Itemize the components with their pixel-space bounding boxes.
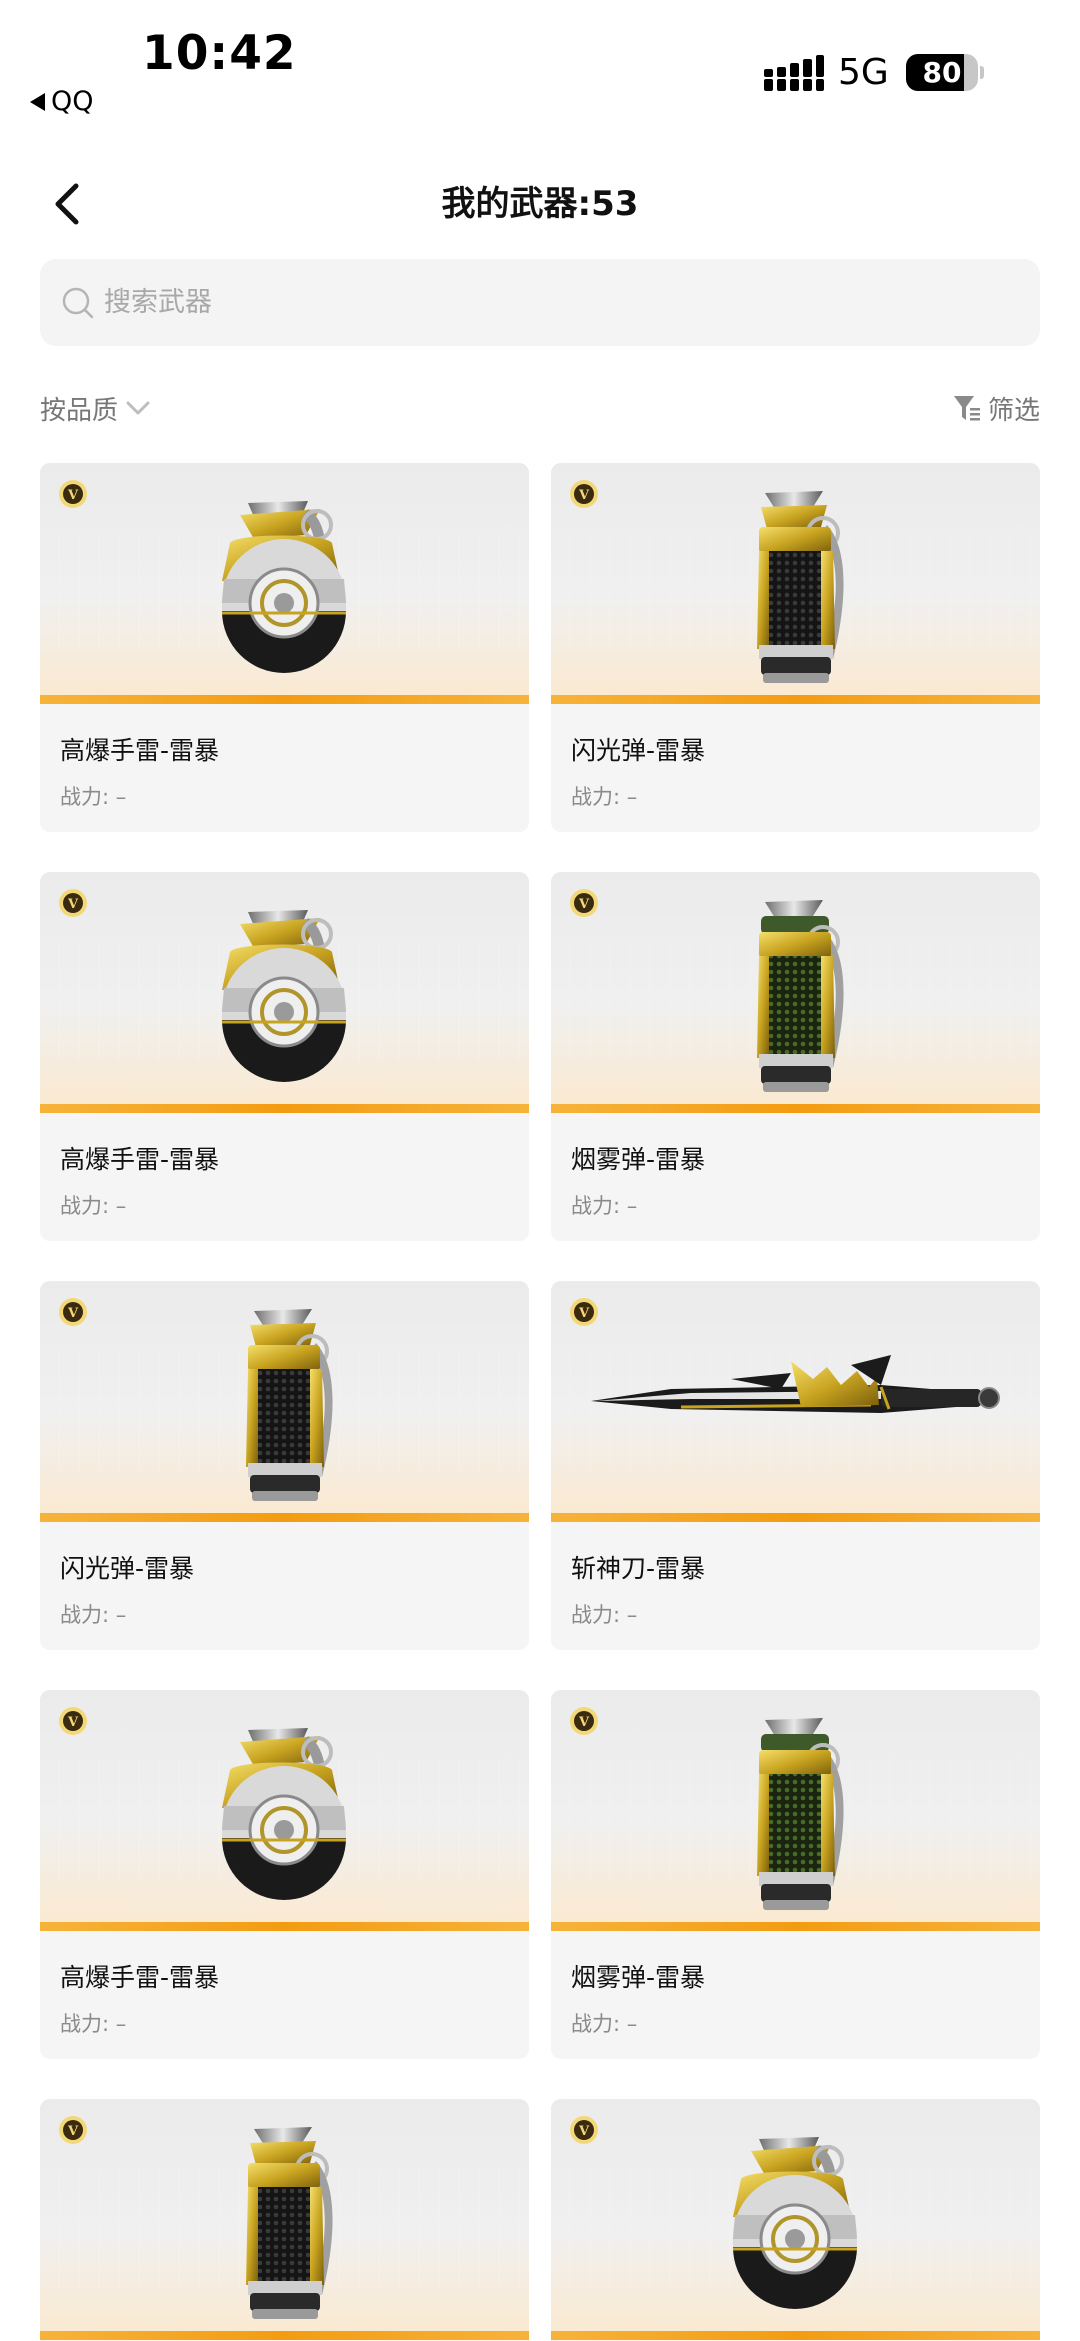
network-type: 5G: [838, 52, 889, 93]
search-input[interactable]: [104, 287, 984, 318]
frag-grenade-icon: [220, 908, 348, 1084]
weapon-card[interactable]: V: [40, 2099, 529, 2341]
vip-badge-icon: V: [59, 480, 87, 508]
search-bar[interactable]: [40, 259, 1040, 346]
back-triangle-icon: [30, 92, 45, 111]
vip-badge-icon: V: [59, 1298, 87, 1326]
weapon-card[interactable]: V 闪光弹-雷暴战力: –: [40, 1281, 529, 1650]
vip-badge-icon: V: [570, 2116, 598, 2144]
flashbang-icon: [244, 2125, 335, 2321]
quality-bar: [551, 1104, 1040, 1113]
weapon-power: 战力: –: [60, 1603, 127, 1627]
weapon-image: V: [551, 1281, 1040, 1522]
quality-bar: [40, 1104, 529, 1113]
smoke-grenade-icon: [755, 1716, 846, 1912]
back-app-label: QQ: [51, 86, 94, 117]
sort-by-quality-dropdown[interactable]: 按品质: [40, 388, 152, 428]
svg-text:V: V: [578, 1715, 590, 1730]
weapon-card[interactable]: V 高爆手雷-雷暴战力: –: [40, 463, 529, 832]
weapon-image: V: [551, 2099, 1040, 2340]
weapon-card[interactable]: V 烟雾弹-雷暴战力: –: [551, 1690, 1040, 2059]
flashbang-icon: [755, 489, 846, 685]
blade-icon: [589, 1353, 1001, 1415]
weapon-image: V: [551, 463, 1040, 704]
search-icon: [62, 287, 94, 318]
weapon-image: V: [551, 1690, 1040, 1931]
chevron-down-icon: [126, 401, 150, 415]
vip-badge-icon: V: [59, 1707, 87, 1735]
page-title: 我的武器:53: [441, 184, 639, 224]
filter-button[interactable]: 筛选: [952, 388, 1040, 428]
weapon-image: V: [40, 1690, 529, 1931]
quality-bar: [551, 1922, 1040, 1931]
svg-text:V: V: [578, 488, 590, 503]
weapon-power: 战力: –: [571, 1603, 638, 1627]
battery-percentage: 80: [922, 56, 962, 89]
weapon-card[interactable]: V 高爆手雷-雷暴战力: –: [40, 1690, 529, 2059]
quality-bar: [40, 695, 529, 704]
weapon-power: 战力: –: [571, 2012, 638, 2036]
svg-text:V: V: [578, 1306, 590, 1321]
frag-grenade-icon: [220, 1726, 348, 1902]
weapon-power: 战力: –: [60, 2012, 127, 2036]
sort-label: 按品质: [40, 395, 119, 426]
frag-grenade-icon: [220, 499, 348, 675]
weapon-name: 斩神刀-雷暴: [571, 1554, 706, 1583]
vip-badge-icon: V: [59, 889, 87, 917]
frag-grenade-icon: [731, 2135, 859, 2311]
vip-badge-icon: V: [570, 889, 598, 917]
quality-bar: [551, 695, 1040, 704]
weapon-image: V: [40, 2099, 529, 2340]
svg-text:V: V: [67, 2124, 79, 2139]
svg-text:V: V: [67, 1306, 79, 1321]
weapon-image: V: [40, 463, 529, 704]
flashbang-icon: [244, 1307, 335, 1503]
weapon-card[interactable]: V: [551, 2099, 1040, 2341]
vip-badge-icon: V: [59, 2116, 87, 2144]
weapon-name: 高爆手雷-雷暴: [60, 736, 220, 765]
svg-text:V: V: [67, 897, 79, 912]
weapon-image: V: [40, 872, 529, 1113]
weapon-image: V: [40, 1281, 529, 1522]
quality-bar: [40, 1513, 529, 1522]
quality-bar: [40, 2331, 529, 2340]
weapon-grid: V 高爆手雷-雷暴 战力: – V 闪光弹-雷暴 战力: – V 高爆手雷-雷暴 战力: – V 烟…: [40, 463, 1040, 2341]
weapon-name: 高爆手雷-雷暴: [60, 1963, 220, 1992]
vip-badge-icon: V: [570, 1707, 598, 1735]
smoke-grenade-icon: [755, 898, 846, 1094]
weapon-name: 闪光弹-雷暴: [571, 736, 706, 765]
svg-text:V: V: [578, 897, 590, 912]
weapon-name: 闪光弹-雷暴: [60, 1554, 195, 1583]
back-to-app-button[interactable]: QQ: [30, 86, 94, 117]
weapon-power: 战力: –: [571, 1194, 638, 1218]
filter-icon: [953, 396, 980, 421]
vip-badge-icon: V: [570, 1298, 598, 1326]
weapon-name: 烟雾弹-雷暴: [571, 1145, 706, 1174]
battery-icon: 80: [906, 54, 984, 91]
weapon-card[interactable]: V 斩神刀-雷暴战力: –: [551, 1281, 1040, 1650]
quality-bar: [551, 1513, 1040, 1522]
weapon-power: 战力: –: [571, 785, 638, 809]
filter-label: 筛选: [987, 395, 1040, 426]
weapon-power: 战力: –: [60, 785, 127, 809]
svg-text:V: V: [67, 1715, 79, 1730]
quality-bar: [40, 1922, 529, 1931]
status-bar: 10:42 QQ 5G 80: [0, 0, 1080, 120]
weapon-card[interactable]: V 高爆手雷-雷暴战力: –: [40, 872, 529, 1241]
cellular-signal-icon: [764, 55, 824, 91]
vip-badge-icon: V: [570, 480, 598, 508]
weapon-name: 高爆手雷-雷暴: [60, 1145, 220, 1174]
svg-text:V: V: [578, 2124, 590, 2139]
weapon-image: V: [551, 872, 1040, 1113]
weapon-power: 战力: –: [60, 1194, 127, 1218]
weapon-name: 烟雾弹-雷暴: [571, 1963, 706, 1992]
svg-text:V: V: [67, 488, 79, 503]
status-time: 10:42: [142, 26, 297, 81]
weapon-card[interactable]: V 烟雾弹-雷暴战力: –: [551, 872, 1040, 1241]
quality-bar: [551, 2331, 1040, 2340]
weapon-card[interactable]: V 闪光弹-雷暴战力: –: [551, 463, 1040, 832]
